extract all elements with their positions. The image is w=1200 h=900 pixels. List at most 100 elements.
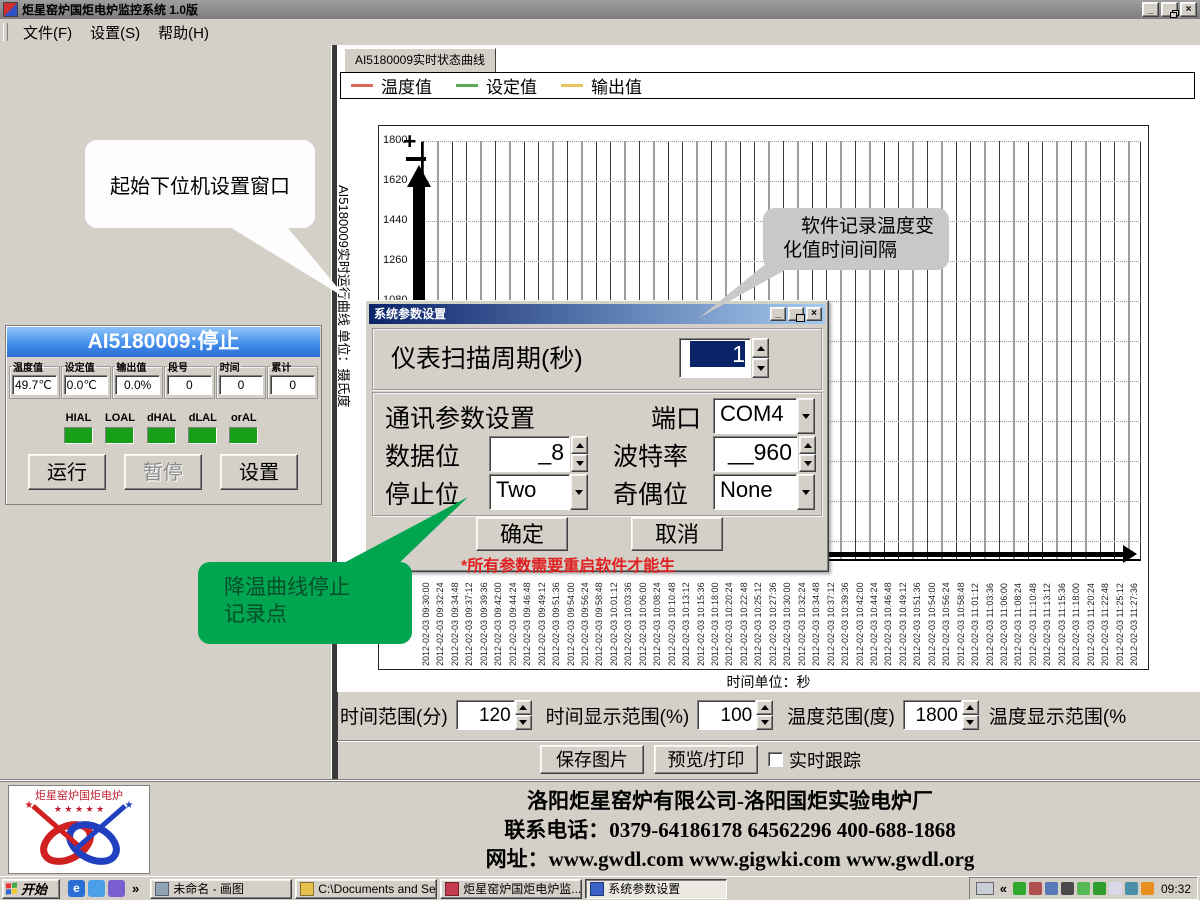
instrument-field: 段号 0 bbox=[164, 359, 215, 399]
range-input[interactable]: 100 bbox=[697, 700, 756, 730]
instrument-field: 累计 0 bbox=[267, 359, 318, 399]
ie-icon[interactable]: e bbox=[68, 880, 85, 897]
range-up-button[interactable] bbox=[962, 700, 979, 715]
menu-item[interactable]: 文件(F) bbox=[14, 20, 81, 45]
right-arrow-annotation bbox=[1123, 545, 1137, 563]
media-player-icon[interactable] bbox=[108, 880, 125, 897]
stopbits-dropdown-button[interactable] bbox=[570, 474, 588, 510]
legend-item: 温度值 bbox=[351, 73, 432, 98]
instrument-field: 时间 0 bbox=[216, 359, 267, 399]
menu-item[interactable]: 帮助(H) bbox=[149, 20, 218, 45]
restore-button[interactable] bbox=[1161, 2, 1178, 17]
parity-combo[interactable]: None bbox=[713, 474, 815, 510]
x-tick-label: 2012-02-03 10:58:48 bbox=[956, 582, 966, 666]
task-paint[interactable]: 未命名 - 画图 bbox=[150, 879, 292, 899]
dialog-minimize-button[interactable]: _ bbox=[770, 307, 786, 321]
network-muted-icon[interactable] bbox=[1045, 882, 1058, 895]
close-button[interactable]: × bbox=[1180, 2, 1197, 17]
tray-collapse-chevron[interactable]: « bbox=[997, 881, 1010, 896]
realtime-track-checkbox[interactable] bbox=[768, 752, 783, 767]
x-tick-label: 2012-02-03 10:34:48 bbox=[811, 582, 821, 666]
dialog-maximize-button[interactable] bbox=[788, 307, 804, 321]
port-dropdown-button[interactable] bbox=[797, 398, 815, 434]
x-tick-label: 2012-02-03 10:44:24 bbox=[869, 582, 879, 666]
range-control-list: 时间范围(分) 120 时间显示范围(%) 100 bbox=[340, 700, 979, 730]
comm-params-group: 通讯参数设置 端口 COM4 数据位 _8 波特率 __960 停止位 bbox=[372, 392, 822, 516]
field-label: 段号 bbox=[167, 359, 189, 374]
msn-icon[interactable] bbox=[88, 880, 105, 897]
tab-realtime-curve[interactable]: AI5180009实时状态曲线 bbox=[344, 48, 496, 73]
logo-text: 炬星窑炉国炬电炉 bbox=[35, 788, 123, 802]
databits-input[interactable]: _8 bbox=[489, 436, 570, 472]
quicklaunch-more-chevron[interactable]: » bbox=[129, 881, 142, 896]
databits-up-button[interactable] bbox=[571, 436, 588, 454]
start-button[interactable]: 开始 bbox=[2, 879, 60, 899]
stopbits-combo[interactable]: Two bbox=[489, 474, 588, 510]
menu-item[interactable]: 设置(S) bbox=[81, 20, 149, 45]
task-label: 炬星窑炉国炬电炉监... bbox=[463, 880, 581, 897]
instrument-button[interactable]: 运行 bbox=[28, 454, 106, 490]
baud-up-button[interactable] bbox=[799, 436, 816, 454]
annotation-plus: + bbox=[403, 128, 416, 155]
menu-grip bbox=[3, 23, 8, 41]
save-image-button[interactable]: 保存图片 bbox=[540, 745, 644, 774]
port-combo[interactable]: COM4 bbox=[713, 398, 815, 434]
baud-down-button[interactable] bbox=[799, 454, 816, 472]
down-arrow-icon bbox=[519, 720, 527, 725]
parity-dropdown-button[interactable] bbox=[797, 474, 815, 510]
shield-icon[interactable] bbox=[1093, 882, 1106, 895]
update-icon[interactable] bbox=[1141, 882, 1154, 895]
range-up-button[interactable] bbox=[515, 700, 532, 715]
audio-muted-icon[interactable] bbox=[1029, 882, 1042, 895]
range-input[interactable]: 120 bbox=[456, 700, 515, 730]
task-monitor-app[interactable]: 炬星窑炉国炬电炉监... bbox=[440, 879, 582, 899]
range-down-button[interactable] bbox=[962, 715, 979, 730]
task-scheduler-icon[interactable] bbox=[1109, 882, 1122, 895]
range-up-button[interactable] bbox=[756, 700, 773, 715]
x-axis-labels: 2012-02-03 09:30:002012-02-03 09:32:2420… bbox=[421, 563, 1145, 669]
x-tick-label: 2012-02-03 09:39:36 bbox=[479, 582, 489, 666]
cancel-button[interactable]: 取消 bbox=[631, 517, 723, 551]
green-transfer-icon[interactable] bbox=[1013, 882, 1026, 895]
company-info-line: 联系电话：0379-64186178 64562296 400-688-1868 bbox=[320, 816, 1140, 845]
dialog-titlebar[interactable]: 系统参数设置 _ × bbox=[369, 304, 825, 324]
x-tick-label: 2012-02-03 10:32:24 bbox=[797, 582, 807, 666]
keyboard-icon[interactable] bbox=[976, 882, 994, 895]
range-down-button[interactable] bbox=[515, 715, 532, 730]
preview-print-button[interactable]: 预览/打印 bbox=[654, 745, 758, 774]
svg-text:★: ★ bbox=[125, 800, 134, 811]
legend-dash bbox=[456, 84, 478, 87]
up-arrow-annotation-body bbox=[413, 186, 425, 318]
instrument-button[interactable]: 设置 bbox=[220, 454, 298, 490]
x-tick-label: 2012-02-03 11:20:24 bbox=[1086, 583, 1096, 666]
sync-icon[interactable] bbox=[1125, 882, 1138, 895]
realtime-track-label: 实时跟踪 bbox=[789, 747, 861, 773]
divider bbox=[337, 740, 1200, 742]
field-value: 0 bbox=[219, 375, 264, 395]
messenger-icon[interactable] bbox=[1077, 882, 1090, 895]
scan-up-button[interactable] bbox=[752, 338, 769, 358]
scan-period-input[interactable]: 1 bbox=[679, 338, 751, 378]
range-label: 温度范围(度) bbox=[787, 702, 895, 729]
task-dialog[interactable]: 系统参数设置 bbox=[585, 879, 727, 899]
alarm-label: LOAL bbox=[105, 412, 135, 424]
alarm-led bbox=[105, 427, 134, 444]
baud-input[interactable]: __960 bbox=[713, 436, 798, 472]
databits-down-button[interactable] bbox=[571, 454, 588, 472]
range-down-button[interactable] bbox=[756, 715, 773, 730]
task-explorer[interactable]: C:\Documents and Se... bbox=[295, 879, 437, 899]
taskbar: 开始 e » 未命名 - 画图 C:\Documents and Se... bbox=[0, 876, 1200, 900]
scan-down-button[interactable] bbox=[752, 358, 769, 378]
signal-bars-icon[interactable] bbox=[1061, 882, 1074, 895]
dialog-close-button[interactable]: × bbox=[806, 307, 822, 321]
instrument-buttons: 运行暂停设置 bbox=[28, 454, 298, 490]
x-tick-label: 2012-02-03 09:58:48 bbox=[594, 582, 604, 666]
ok-button[interactable]: 确定 bbox=[476, 517, 568, 551]
baud-label: 波特率 bbox=[613, 437, 688, 473]
databits-label: 数据位 bbox=[385, 437, 460, 473]
minimize-button[interactable]: _ bbox=[1142, 2, 1159, 17]
port-label: 端口 bbox=[651, 399, 701, 435]
up-arrow-icon bbox=[519, 705, 527, 710]
instrument-button[interactable]: 暂停 bbox=[124, 454, 202, 490]
range-input[interactable]: 1800 bbox=[903, 700, 962, 730]
